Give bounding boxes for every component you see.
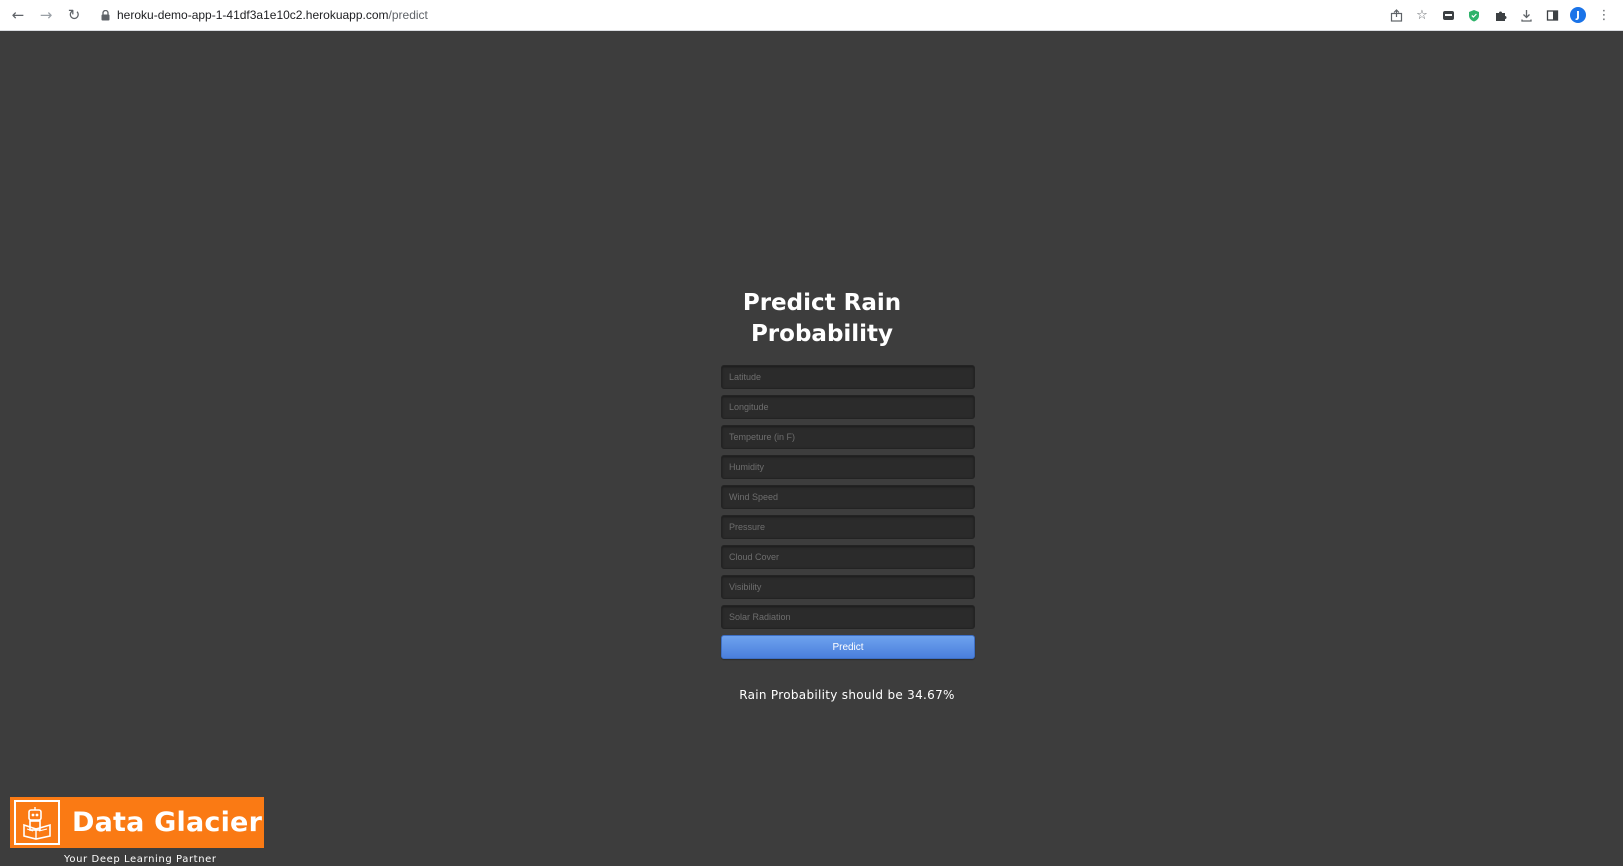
logo-name: Data Glacier: [72, 807, 263, 838]
url-host: heroku-demo-app-1-41df3a1e10c2.herokuapp…: [117, 8, 389, 22]
predict-button[interactable]: Predict: [721, 635, 975, 659]
page-title-line1: Predict Rain: [742, 290, 902, 316]
robot-reading-icon: [14, 800, 60, 845]
lock-icon[interactable]: [99, 8, 111, 22]
latitude-input[interactable]: [721, 365, 975, 389]
logo-tagline: Your Deep Learning Partner: [64, 854, 217, 865]
address-bar[interactable]: heroku-demo-app-1-41df3a1e10c2.herokuapp…: [117, 4, 438, 26]
share-icon[interactable]: [1385, 4, 1407, 26]
extension-icon[interactable]: [1437, 4, 1459, 26]
prediction-result: Rain Probability should be 34.67%: [739, 688, 955, 702]
data-glacier-logo: Data Glacier: [10, 797, 264, 848]
temperature-input[interactable]: [721, 425, 975, 449]
forward-arrow-icon[interactable]: →: [35, 4, 57, 26]
shield-icon[interactable]: [1463, 4, 1485, 26]
toolbar-icons: ☆ J ⋮: [1381, 4, 1615, 26]
page-title: Predict Rain Probability: [697, 288, 947, 350]
profile-initial: J: [1570, 7, 1586, 23]
browser-toolbar: ← → ↻ heroku-demo-app-1-41df3a1e10c2.her…: [0, 0, 1623, 31]
kebab-menu-icon[interactable]: ⋮: [1593, 4, 1615, 26]
wind-speed-input[interactable]: [721, 485, 975, 509]
page-title-line2: Probability: [750, 321, 894, 347]
longitude-input[interactable]: [721, 395, 975, 419]
download-icon[interactable]: [1515, 4, 1537, 26]
humidity-input[interactable]: [721, 455, 975, 479]
star-icon[interactable]: ☆: [1411, 4, 1433, 26]
back-arrow-icon[interactable]: ←: [7, 4, 29, 26]
cloud-cover-input[interactable]: [721, 545, 975, 569]
sidepanel-icon[interactable]: [1541, 4, 1563, 26]
profile-avatar[interactable]: J: [1567, 4, 1589, 26]
pressure-input[interactable]: [721, 515, 975, 539]
reload-icon[interactable]: ↻: [63, 4, 85, 26]
url-path: /predict: [388, 8, 428, 22]
solar-radiation-input[interactable]: [721, 605, 975, 629]
visibility-input[interactable]: [721, 575, 975, 599]
prediction-form: Predict: [721, 365, 975, 659]
puzzle-icon[interactable]: [1489, 4, 1511, 26]
